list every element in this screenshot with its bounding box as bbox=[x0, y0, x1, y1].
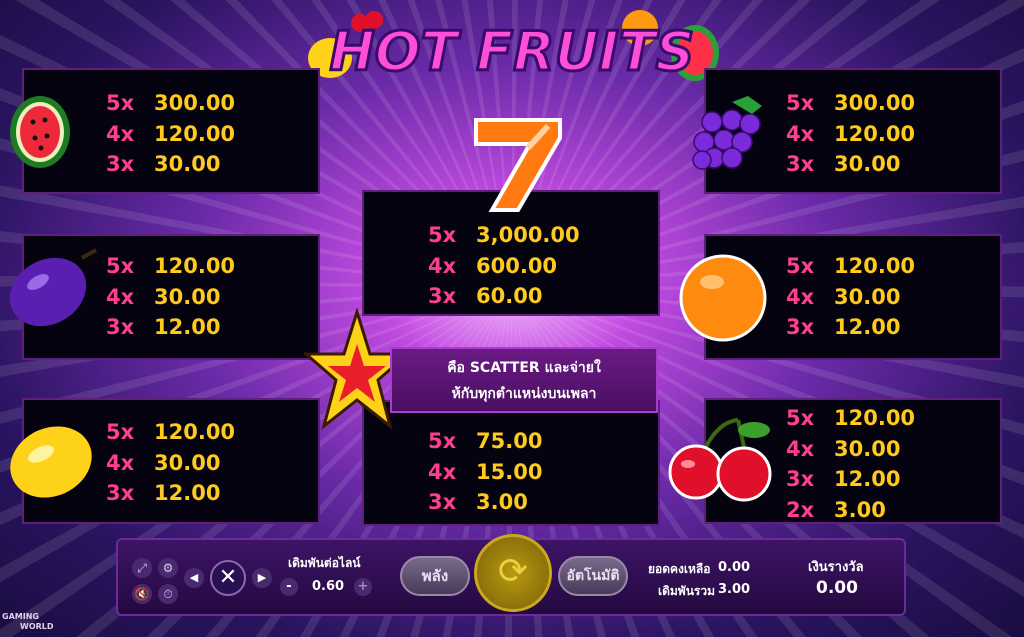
autoplay-button[interactable]: อัตโนมัติ bbox=[558, 556, 628, 596]
paytable-cherry: 5x 120.00 4x 30.00 3x 12.00 2x 3.00 bbox=[786, 406, 916, 522]
win-label: เงินรางวัล bbox=[808, 560, 864, 575]
history-icon[interactable]: ⏱ bbox=[158, 584, 178, 604]
power-button[interactable]: พลัง bbox=[400, 556, 470, 596]
brand-line1: GAMING bbox=[2, 612, 39, 621]
total-bet-label: เดิมพันรวม bbox=[658, 584, 716, 598]
paytable-seven: 5x 3,000.00 4x 600.00 3x 60.00 bbox=[428, 223, 580, 308]
close-icon: ✕ bbox=[218, 565, 238, 590]
scatter-description: คือ SCATTER และจ่ายใ ห้กับทุกตำแหน่งบนเพ… bbox=[390, 347, 658, 413]
bet-decrease-button[interactable]: - bbox=[280, 578, 298, 596]
win-value: 0.00 bbox=[816, 578, 858, 598]
prev-page-button[interactable]: ◀ bbox=[184, 568, 204, 588]
control-bar: ⤢ ⚙ 🔇 ⏱ ◀ ✕ ▶ เดิมพันต่อไลน์ - 0.60 + พล… bbox=[116, 534, 906, 616]
balance-value: 0.00 bbox=[718, 560, 751, 575]
paytable-plum: 5x 120.00 4x 30.00 3x 12.00 bbox=[106, 254, 236, 339]
fullscreen-icon[interactable]: ⤢ bbox=[132, 558, 152, 578]
cherry-icon bbox=[668, 418, 772, 502]
total-bet-value: 3.00 bbox=[718, 582, 751, 597]
next-page-button[interactable]: ▶ bbox=[252, 568, 272, 588]
sound-mute-icon[interactable]: 🔇 bbox=[132, 584, 152, 604]
bet-increase-button[interactable]: + bbox=[354, 578, 372, 596]
orange-icon bbox=[679, 254, 767, 342]
plum-icon bbox=[9, 248, 97, 327]
spin-button[interactable]: ⟳ bbox=[474, 534, 552, 612]
game-title: HOT FRUITS bbox=[330, 20, 695, 83]
spin-arrows-icon: ⟳ bbox=[497, 551, 529, 592]
brand-line2: WORLD bbox=[20, 622, 54, 631]
scatter-text-line2: ห้กับทุกตำแหน่งบนเพลา bbox=[451, 386, 597, 402]
grapes-icon bbox=[692, 96, 762, 170]
scatter-text-line1: คือ SCATTER และจ่ายใ bbox=[447, 360, 601, 376]
brand-logo: GAMING WORLD bbox=[2, 612, 54, 632]
lemon-icon bbox=[10, 426, 92, 498]
close-paytable-button[interactable]: ✕ bbox=[210, 560, 246, 596]
paytable-watermelon: 5x 300.00 4x 120.00 3x 30.00 bbox=[106, 91, 236, 176]
watermelon-icon bbox=[10, 96, 70, 168]
seven-icon bbox=[474, 118, 562, 212]
balance-label: ยอดคงเหลือ bbox=[648, 562, 711, 576]
settings-gear-icon[interactable]: ⚙ bbox=[158, 558, 178, 578]
paytable-star: 5x 75.00 4x 15.00 3x 3.00 bbox=[428, 429, 543, 514]
paytable-lemon: 5x 120.00 4x 30.00 3x 12.00 bbox=[106, 420, 236, 505]
paytable-orange: 5x 120.00 4x 30.00 3x 12.00 bbox=[786, 254, 916, 339]
bet-per-line-label: เดิมพันต่อไลน์ bbox=[288, 556, 361, 570]
paytable-grapes: 5x 300.00 4x 120.00 3x 30.00 bbox=[786, 91, 916, 176]
bet-per-line-value: 0.60 bbox=[312, 579, 345, 594]
